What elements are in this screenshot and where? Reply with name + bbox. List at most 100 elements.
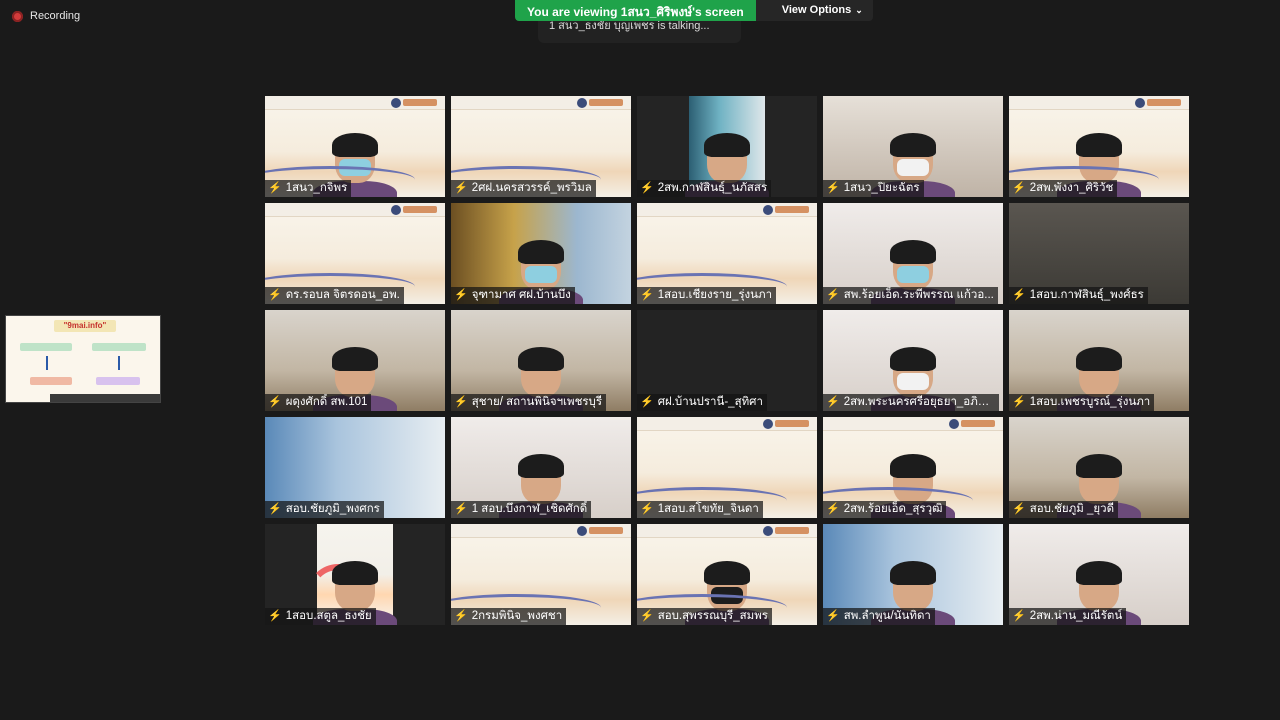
- participant-name: สอบ.ชัยภูมิ _ยุวดี: [1029, 503, 1115, 515]
- slide-logo-text: [775, 527, 809, 534]
- participant-tile[interactable]: ⚡ 2สพ.พังงา_ศิริวัช: [1009, 96, 1189, 197]
- chevron-down-icon: ⌄: [855, 5, 863, 15]
- participant-tile[interactable]: ⚡ 2สพ.กาฬสินธุ์_นภัสสร: [637, 96, 817, 197]
- participant-video: [871, 454, 955, 518]
- mic-muted-icon: ⚡: [1012, 503, 1026, 515]
- slide-box: [96, 377, 140, 385]
- participant-tile[interactable]: ⚡ 1สอบ.เพชรบูรณ์_รุ่งนภา: [1009, 310, 1189, 411]
- participant-tile[interactable]: ⚡ 1สนว_ปิยะฉัตร: [823, 96, 1003, 197]
- slide-logo-text: [775, 420, 809, 427]
- record-icon: [12, 10, 23, 22]
- slide-logo-icon: [391, 205, 401, 215]
- view-options-label: View Options: [781, 4, 852, 16]
- participant-tile[interactable]: ⚡ 1สอบ.สตูล_ธงชัย: [265, 524, 445, 625]
- participant-name: 1สอบ.เพชรบูรณ์_รุ่งนภา: [1029, 396, 1151, 408]
- participant-name-tag: ⚡ 1สนว_ปิยะฉัตร: [823, 180, 924, 197]
- slide-logo-icon: [1135, 98, 1145, 108]
- participant-tile[interactable]: ⚡ 1สอบ.สโขทัย_จินดา: [637, 417, 817, 518]
- participant-name: 1 สอบ.บึงกาฬ_เชิดศักดิ์: [471, 503, 588, 515]
- participant-name-tag: ⚡ จุฑามาศ ศฝ.บ้านบึง: [451, 287, 575, 304]
- participant-tile[interactable]: ⚡ สุชาย/ สถานพินิจฯเพชรบุรี: [451, 310, 631, 411]
- viewing-screen-label: You are viewing 1สนว_ศิริพงษ์'s screen: [515, 0, 756, 21]
- participant-name: ดร.รอบล จิตรดอน_อพ.: [285, 289, 400, 301]
- participant-name: 1สอบ.สโขทัย_จินดา: [657, 503, 759, 515]
- participant-name: 2สพ.น่าน_มณีรัตน์: [1029, 610, 1123, 622]
- mic-muted-icon: ⚡: [454, 396, 468, 408]
- slide-box: [30, 377, 72, 385]
- participant-tile[interactable]: ⚡ สอบ.สุพรรณบุรี_สมพร: [637, 524, 817, 625]
- mic-muted-icon: ⚡: [454, 289, 468, 301]
- participant-tile[interactable]: ⚡ 1 สอบ.บึงกาฬ_เชิดศักดิ์: [451, 417, 631, 518]
- participant-tile[interactable]: ⚡ 1สอบ.กาฬสินธุ์_พงศ์ธร: [1009, 203, 1189, 304]
- view-options-button[interactable]: View Options ⌄: [755, 0, 873, 21]
- participant-tile[interactable]: ⚡ สพ.ร้อยเอ็ด.ระพีพรรณ แก้วอ...: [823, 203, 1003, 304]
- mic-muted-icon: ⚡: [640, 396, 654, 408]
- mic-muted-icon: ⚡: [1012, 396, 1026, 408]
- thumbnail-toolbar: [50, 394, 160, 402]
- participant-name: 1สนว_กจิพร: [285, 182, 348, 194]
- participant-name: 1สอบ.สตูล_ธงชัย: [285, 610, 372, 622]
- participant-tile[interactable]: ⚡ 2สพ.น่าน_มณีรัตน์: [1009, 524, 1189, 625]
- participant-tile[interactable]: ⚡ 2สพ.พระนครศรีอยุธยา_อภิญ...: [823, 310, 1003, 411]
- participant-name-tag: ⚡ 2สพ.ร้อยเอ็ด_สุรวุฒิ: [823, 501, 947, 518]
- screen-share-bar: You are viewing 1สนว_ศิริพงษ์'s screen V…: [515, 0, 873, 21]
- participant-name-tag: ⚡ สพ.ร้อยเอ็ด.ระพีพรรณ แก้วอ...: [823, 287, 998, 304]
- slide-logo-text: [961, 420, 995, 427]
- participant-video: [313, 133, 397, 197]
- mic-muted-icon: ⚡: [640, 503, 654, 515]
- slide-logo-icon: [763, 205, 773, 215]
- participant-tile[interactable]: ⚡ 1สนว_กจิพร: [265, 96, 445, 197]
- mic-muted-icon: ⚡: [268, 396, 282, 408]
- mic-muted-icon: ⚡: [1012, 610, 1026, 622]
- participant-tile[interactable]: ⚡ ผดุงศักดิ์ สพ.101: [265, 310, 445, 411]
- meeting-window: Recording 1 สนว_ธงชัย บุญเพชร is talking…: [0, 0, 1280, 720]
- participant-name-tag: ⚡ ผดุงศักดิ์ สพ.101: [265, 394, 372, 411]
- participant-name: 2กรมพินิจ_พงศชา: [471, 610, 563, 622]
- participant-tile[interactable]: ⚡ 2สพ.ร้อยเอ็ด_สุรวุฒิ: [823, 417, 1003, 518]
- participant-name: สอบ.สุพรรณบุรี_สมพร: [657, 610, 768, 622]
- participant-video: [685, 561, 769, 625]
- participant-name-tag: ⚡ ศฝ.บ้านปรานี-_สุทิศา: [637, 394, 767, 411]
- slide-logo-text: [403, 99, 437, 106]
- participant-name: 2สพ.ร้อยเอ็ด_สุรวุฒิ: [843, 503, 943, 515]
- participant-tile[interactable]: ⚡ 2ศฝ.นครสวรรค์_พรวิมล: [451, 96, 631, 197]
- participant-name-tag: ⚡ 1สอบ.เพชรบูรณ์_รุ่งนภา: [1009, 394, 1155, 411]
- slide-logo-icon: [577, 98, 587, 108]
- slide-box: [20, 343, 72, 351]
- mic-muted-icon: ⚡: [640, 182, 654, 194]
- participant-tile[interactable]: ⚡ 1สอบ.เชียงราย_รุ่งนภา: [637, 203, 817, 304]
- participant-tile[interactable]: ⚡ สพ.ลำพูน/นันทิดา: [823, 524, 1003, 625]
- mic-muted-icon: ⚡: [826, 503, 840, 515]
- participant-tile[interactable]: ⚡ จุฑามาศ ศฝ.บ้านบึง: [451, 203, 631, 304]
- participant-name: สุชาย/ สถานพินิจฯเพชรบุรี: [471, 396, 603, 408]
- recording-label: Recording: [30, 10, 81, 22]
- slide-logo-text: [589, 527, 623, 534]
- participant-name-tag: ⚡ สพ.ลำพูน/นันทิดา: [823, 608, 935, 625]
- recording-indicator[interactable]: Recording: [12, 10, 80, 22]
- participant-name-tag: ⚡ 1 สอบ.บึงกาฬ_เชิดศักดิ์: [451, 501, 592, 518]
- slide-logo-text: [403, 206, 437, 213]
- mic-muted-icon: ⚡: [268, 503, 282, 515]
- participant-tile[interactable]: ⚡ ดร.รอบล จิตรดอน_อพ.: [265, 203, 445, 304]
- participant-tile[interactable]: ⚡ 2กรมพินิจ_พงศชา: [451, 524, 631, 625]
- participant-name: สอบ.ชัยภูมิ_พงศกร: [285, 503, 380, 515]
- participant-name: 2สพ.พระนครศรีอยุธยา_อภิญ...: [843, 396, 995, 408]
- mic-muted-icon: ⚡: [1012, 182, 1026, 194]
- participant-name-tag: ⚡ 2สพ.พระนครศรีอยุธยา_อภิญ...: [823, 394, 999, 411]
- participant-name-tag: ⚡ สอบ.ชัยภูมิ_พงศกร: [265, 501, 384, 518]
- mic-muted-icon: ⚡: [1012, 289, 1026, 301]
- participant-name-tag: ⚡ 2ศฝ.นครสวรรค์_พรวิมล: [451, 180, 596, 197]
- participant-tile[interactable]: ⚡ ศฝ.บ้านปรานี-_สุทิศา: [637, 310, 817, 411]
- mic-muted-icon: ⚡: [454, 610, 468, 622]
- slide-box: [92, 343, 146, 351]
- shared-screen-thumbnail[interactable]: "9mai.info": [5, 315, 161, 403]
- participant-name-tag: ⚡ ดร.รอบล จิตรดอน_อพ.: [265, 287, 404, 304]
- participant-tile[interactable]: ⚡ สอบ.ชัยภูมิ_พงศกร: [265, 417, 445, 518]
- participant-tile[interactable]: ⚡ สอบ.ชัยภูมิ _ยุวดี: [1009, 417, 1189, 518]
- slide-logo-text: [589, 99, 623, 106]
- participant-video: [1057, 133, 1141, 197]
- slide-logo-text: [1147, 99, 1181, 106]
- participant-name: สพ.ลำพูน/นันทิดา: [843, 610, 931, 622]
- participant-name-tag: ⚡ 1สอบ.กาฬสินธุ์_พงศ์ธร: [1009, 287, 1148, 304]
- mic-muted-icon: ⚡: [826, 396, 840, 408]
